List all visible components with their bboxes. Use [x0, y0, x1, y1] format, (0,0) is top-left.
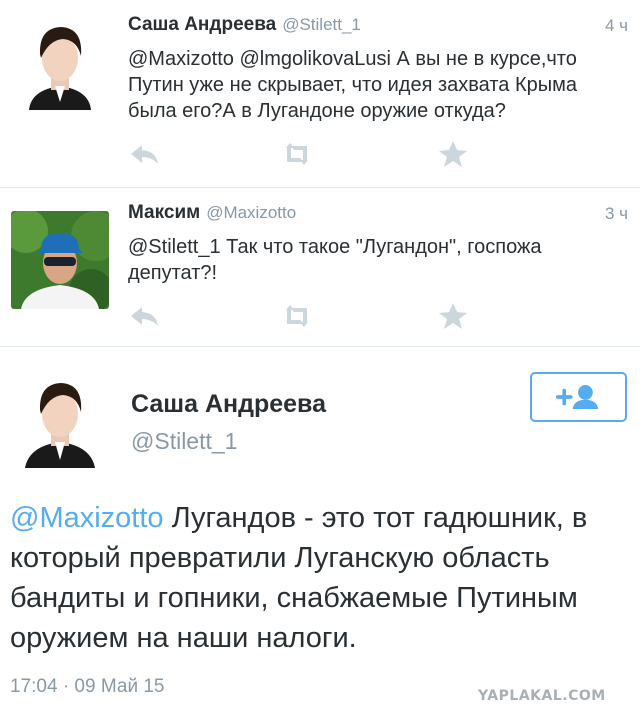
- mention-link[interactable]: @Maxizotto: [10, 502, 164, 534]
- tweet-2[interactable]: Максим @Maxizotto 3 ч @Stilett_1 Так что …: [0, 188, 640, 347]
- reply-icon[interactable]: [128, 139, 162, 169]
- tweet-1[interactable]: Саша Андреева @Stilett_1 4 ч @Maxizotto @…: [0, 0, 640, 188]
- tweet-text: @Stilett_1 Так что такое "Лугандон", гос…: [128, 236, 542, 284]
- tweet-actions: [128, 301, 488, 331]
- follow-button[interactable]: [530, 372, 627, 422]
- tweet-time[interactable]: 3 ч: [605, 204, 628, 224]
- watermark: YAPLAKAL.COM: [478, 688, 606, 704]
- tweet-time[interactable]: 4 ч: [605, 16, 628, 36]
- author-name[interactable]: Саша Андреева: [128, 14, 276, 35]
- avatar[interactable]: [11, 211, 109, 309]
- add-user-icon: [555, 385, 599, 409]
- reply-icon[interactable]: [128, 301, 162, 331]
- retweet-icon[interactable]: [280, 301, 314, 331]
- tweet-text: @Maxizotto Лугандов - это тот гадюшник, …: [10, 498, 626, 658]
- tweet-header: Саша Андреева @Stilett_1 4 ч: [128, 14, 628, 42]
- author-handle[interactable]: @Maxizotto: [206, 203, 296, 222]
- tweet-text: @Maxizotto @lmgolikovaLusi А вы не в кур…: [128, 48, 578, 122]
- author-handle[interactable]: @Stilett_1: [131, 428, 237, 455]
- avatar[interactable]: [11, 12, 109, 110]
- tweet-header: Максим @Maxizotto 3 ч: [128, 202, 628, 230]
- star-icon[interactable]: [436, 301, 470, 331]
- avatar[interactable]: [11, 370, 109, 468]
- star-icon[interactable]: [436, 139, 470, 169]
- tweet-actions: [128, 139, 488, 169]
- retweet-icon[interactable]: [280, 139, 314, 169]
- author-name[interactable]: Саша Андреева: [131, 390, 326, 419]
- tweet-timestamp[interactable]: 17:04 · 09 Май 15: [10, 676, 164, 698]
- author-handle[interactable]: @Stilett_1: [282, 15, 361, 34]
- author-name[interactable]: Максим: [128, 202, 200, 223]
